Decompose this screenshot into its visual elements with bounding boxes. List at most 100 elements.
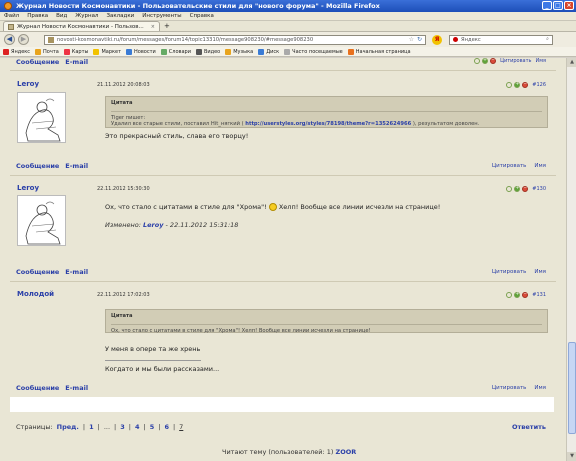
quote-body: Tiger пишет: Удалил все старые стили, по… [111,111,542,127]
yandex-icon[interactable]: Я [432,34,442,45]
quote-content: Удалил все старые стили, поставил Hit_ня… [111,121,480,127]
bookmark-music[interactable]: Музыка [225,48,253,55]
dictionary-icon [160,48,167,55]
minus-vote-icon[interactable]: − [490,58,497,64]
reader-user-link[interactable]: ZOOR [336,448,357,456]
pager-page-6[interactable]: 6 [164,423,169,431]
avatar-drawing-icon [18,93,65,142]
menu-edit[interactable]: Правка [27,13,48,19]
tab-close-icon[interactable]: × [151,24,155,30]
vertical-scrollbar[interactable]: ▲ ▼ [566,58,576,461]
name-action-link[interactable]: Имя [534,385,546,391]
post-footer-links: Сообщение E-mail [16,384,94,392]
bookmark-disk[interactable]: Диск [258,48,279,55]
post-actions: Цитировать Имя [484,385,546,391]
name-action-link[interactable]: Имя [534,269,546,275]
minimize-button[interactable]: _ [542,1,552,10]
scrollbar-thumb[interactable] [568,342,576,434]
post-text: Это прекрасный стиль, слава его творцу! [105,132,249,140]
email-link[interactable]: E-mail [65,162,88,170]
back-arrow-icon[interactable]: ◀ [4,34,15,45]
close-button[interactable]: × [564,1,574,10]
quote-block: Цитата Tiger пишет: Удалил все старые ст… [105,96,548,128]
scroll-down-icon[interactable]: ▼ [567,452,576,461]
post-rating-controls: + − #126 [506,82,546,88]
quote-link[interactable]: http://userstyles.org/styles/78198/theme… [245,121,411,127]
menu-bookmarks[interactable]: Закладки [106,13,134,19]
menu-history[interactable]: Журнал [75,13,98,19]
bookmark-market[interactable]: Маркет [93,48,121,55]
folder-icon [284,48,291,55]
quote-action-link[interactable]: Цитировать [500,58,531,64]
message-link[interactable]: Сообщение [16,162,59,170]
reload-icon[interactable]: ↻ [417,36,422,43]
search-box[interactable]: Яндекс ⌕ [449,34,553,45]
pager-ellipsis: ... [103,423,111,431]
email-link[interactable]: E-mail [65,58,88,66]
post-date: 22.11.2012 17:02:03 [97,292,150,298]
post-date: 21.11.2012 20:08:03 [97,82,150,88]
scroll-up-icon[interactable]: ▲ [567,58,576,67]
plus-vote-icon[interactable]: + [514,82,521,88]
maximize-button[interactable]: □ [553,1,563,10]
plus-vote-icon[interactable]: + [482,58,489,64]
bookmark-most-visited[interactable]: Часто посещаемые [284,48,343,55]
tab-forum[interactable]: Журнал Новости Космонавтики - Пользов...… [3,21,160,31]
post-author[interactable]: Молодой [17,290,54,298]
post-actions: Цитировать Имя [484,163,546,169]
post-number[interactable]: #131 [532,292,546,298]
plus-vote-icon[interactable]: + [514,292,521,298]
post-signature: Когдато и мы были рассказами... [105,365,220,373]
navigation-bar: ◀ ▶ novosti-kosmonavtiki.ru/forum/messag… [0,32,576,47]
name-action-link[interactable]: Имя [535,58,546,64]
bookmark-star-icon[interactable]: ☆ [409,36,414,43]
pager-prev[interactable]: Пред. [57,423,79,431]
bookmark-news[interactable]: Новости [126,48,156,55]
firefox-icon [4,2,12,10]
quote-action-link[interactable]: Цитировать [492,269,527,275]
minus-vote-icon[interactable]: − [522,82,529,88]
post-number[interactable]: #126 [532,82,546,88]
menu-view[interactable]: Вид [56,13,67,19]
pager-page-5[interactable]: 5 [150,423,155,431]
bookmark-yandex[interactable]: Яндекс [3,48,30,55]
pager-page-4[interactable]: 4 [135,423,140,431]
pager-page-1[interactable]: 1 [89,423,94,431]
bookmark-maps[interactable]: Карты [63,48,88,55]
post-author[interactable]: Leroy [17,80,39,88]
bookmark-dictionaries[interactable]: Словари [160,48,191,55]
post-footer-links: Сообщение E-mail [16,162,94,170]
new-tab-button[interactable]: + [162,22,172,31]
email-link[interactable]: E-mail [65,384,88,392]
menu-file[interactable]: Файл [4,13,19,19]
edited-author-link[interactable]: Leroy [143,221,163,229]
message-link[interactable]: Сообщение [16,58,59,66]
mail-icon [35,48,42,55]
pager-page-3[interactable]: 3 [120,423,125,431]
menu-tools[interactable]: Инструменты [142,13,181,19]
post-number[interactable]: #130 [532,186,546,192]
search-icon[interactable]: ⌕ [546,36,549,43]
address-bar[interactable]: novosti-kosmonavtiki.ru/forum/messages/f… [44,34,426,45]
message-link[interactable]: Сообщение [16,268,59,276]
window-title: Журнал Новости Космонавтики - Пользовате… [16,2,380,10]
bookmarks-toolbar: Яндекс Почта Карты Маркет Новости Словар… [0,47,576,57]
quote-content: Ох, что стало с цитатами в стиле для "Хр… [111,324,542,334]
forward-arrow-icon[interactable]: ▶ [18,34,29,45]
post-footer-links: Сообщение E-mail [16,268,94,276]
minus-vote-icon[interactable]: − [522,292,529,298]
quote-action-link[interactable]: Цитировать [492,385,527,391]
name-action-link[interactable]: Имя [534,163,546,169]
email-link[interactable]: E-mail [65,268,88,276]
quote-action-link[interactable]: Цитировать [492,163,527,169]
message-link[interactable]: Сообщение [16,384,59,392]
post-footer-links: Сообщение E-mail [16,58,94,66]
minus-vote-icon[interactable]: − [522,186,529,192]
bookmark-video[interactable]: Видео [195,48,220,55]
reply-link[interactable]: Ответить [512,423,546,431]
menu-help[interactable]: Справка [190,13,214,19]
bookmark-home-page[interactable]: Начальная страница [347,48,411,55]
plus-vote-icon[interactable]: + [514,186,521,192]
post-author[interactable]: Leroy [17,184,39,192]
bookmark-mail[interactable]: Почта [35,48,59,55]
